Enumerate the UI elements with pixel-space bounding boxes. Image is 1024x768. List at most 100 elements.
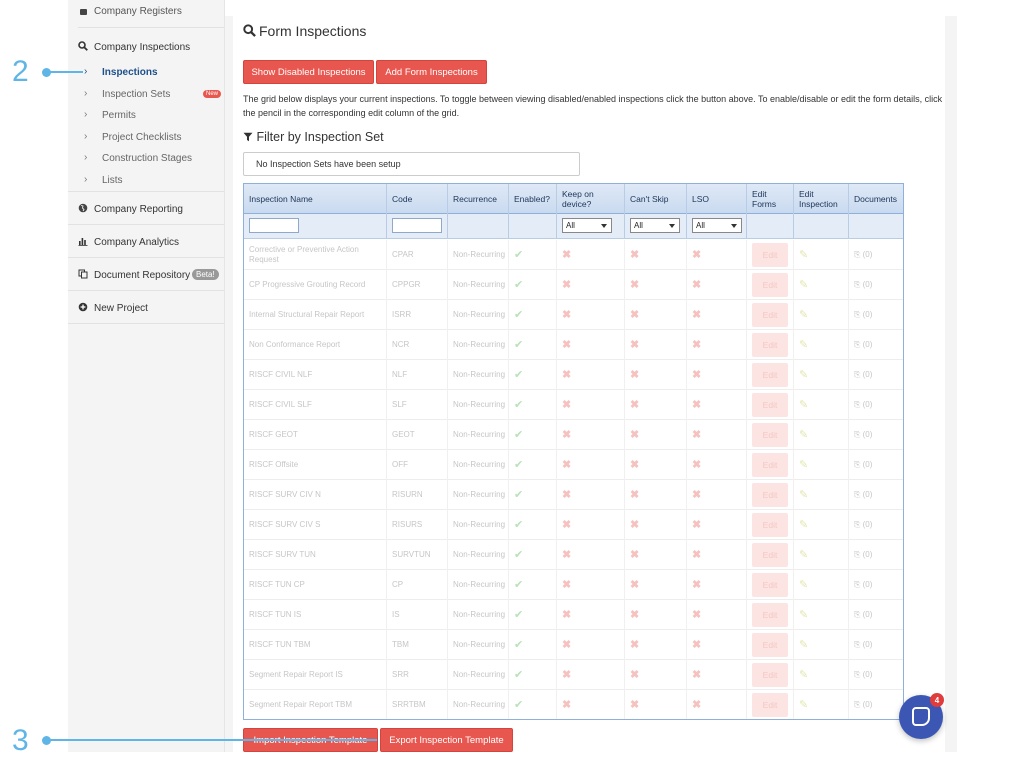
pencil-icon[interactable]: ✎ [799,670,808,681]
pencil-icon[interactable]: ✎ [799,340,808,351]
cell-cant-skip: ✖ [625,270,687,300]
add-form-inspections-button[interactable]: Add Form Inspections [376,60,487,84]
edit-forms-button[interactable]: Edit [752,483,788,507]
column-header-recurrence[interactable]: Recurrence [448,184,509,214]
documents-link[interactable]: ⎘ (0) [854,370,872,380]
cell-documents: ⎘ (0) [849,450,903,480]
edit-forms-button[interactable]: Edit [752,273,788,297]
inspection-code: CP [392,580,404,589]
keep-on-device-filter-select[interactable]: All [562,218,612,233]
pencil-icon[interactable]: ✎ [799,550,808,561]
filter-cell-documents [849,214,903,239]
cell-inspection-name: Internal Structural Repair Report [244,300,387,330]
sidebar-subitem-construction-stages[interactable]: › Construction Stages [68,148,224,169]
sidebar-subitem-inspection-sets[interactable]: › Inspection Sets New [68,84,224,105]
pencil-icon[interactable]: ✎ [799,490,808,501]
code-filter-input[interactable] [392,218,442,233]
edit-forms-button[interactable]: Edit [752,363,788,387]
column-header-cant-skip[interactable]: Can't Skip [625,184,687,214]
documents-link[interactable]: ⎘ (0) [854,490,872,500]
check-icon: ✔ [514,249,524,261]
pencil-icon[interactable]: ✎ [799,610,808,621]
main-content: Form Inspections Show Disabled Inspectio… [233,16,945,752]
pencil-icon[interactable]: ✎ [799,250,808,261]
cant-skip-filter-select[interactable]: All [630,218,680,233]
column-header-inspection-name[interactable]: Inspection Name [244,184,387,214]
cell-keep-on-device: ✖ [557,330,625,360]
documents-link[interactable]: ⎘ (0) [854,610,872,620]
column-header-code[interactable]: Code [387,184,448,214]
pencil-icon[interactable]: ✎ [799,430,808,441]
documents-link[interactable]: ⎘ (0) [854,640,872,650]
pencil-icon[interactable]: ✎ [799,370,808,381]
pencil-icon[interactable]: ✎ [799,400,808,411]
cross-icon: ✖ [630,369,640,381]
pencil-icon[interactable]: ✎ [799,310,808,321]
documents-link[interactable]: ⎘ (0) [854,340,872,350]
edit-forms-button[interactable]: Edit [752,423,788,447]
pencil-icon[interactable]: ✎ [799,460,808,471]
pencil-icon[interactable]: ✎ [799,580,808,591]
chevron-right-icon: › [84,88,88,99]
export-inspection-template-button[interactable]: Export Inspection Template [380,728,513,752]
table-row: RISCF TUN CP CP Non-Recurring ✔ ✖ ✖ ✖ Edit ✎ ⎘ (0… [244,570,903,600]
column-header-lso[interactable]: LSO [687,184,747,214]
documents-link[interactable]: ⎘ (0) [854,580,872,590]
documents-link[interactable]: ⎘ (0) [854,670,872,680]
cell-enabled: ✔ [509,630,557,660]
cell-recurrence: Non-Recurring [448,660,509,690]
documents-link[interactable]: ⎘ (0) [854,700,872,710]
inspection-code: SRR [392,670,409,679]
pencil-icon[interactable]: ✎ [799,520,808,531]
sidebar-subitem-inspections[interactable]: › Inspections [68,62,224,83]
documents-count: (0) [862,580,873,589]
column-header-edit-inspection[interactable]: Edit Inspection [794,184,849,214]
sidebar-item-company-registers[interactable]: Company Registers [78,0,224,28]
edit-forms-button[interactable]: Edit [752,663,788,687]
edit-forms-button[interactable]: Edit [752,333,788,357]
sidebar-item-company-inspections[interactable]: Company Inspections [68,30,224,63]
documents-link[interactable]: ⎘ (0) [854,520,872,530]
edit-forms-button[interactable]: Edit [752,393,788,417]
documents-link[interactable]: ⎘ (0) [854,400,872,410]
lso-filter-select[interactable]: All [692,218,742,233]
cell-documents: ⎘ (0) [849,510,903,540]
sidebar-subitem-permits[interactable]: › Permits [68,105,224,126]
column-header-enabled[interactable]: Enabled? [509,184,557,214]
edit-forms-button[interactable]: Edit [752,573,788,597]
edit-forms-button[interactable]: Edit [752,633,788,657]
inspection-recurrence: Non-Recurring [453,250,506,259]
show-disabled-inspections-button[interactable]: Show Disabled Inspections [243,60,374,84]
documents-link[interactable]: ⎘ (0) [854,460,872,470]
pencil-icon[interactable]: ✎ [799,700,808,711]
documents-link[interactable]: ⎘ (0) [854,250,872,260]
documents-link[interactable]: ⎘ (0) [854,310,872,320]
edit-forms-button[interactable]: Edit [752,303,788,327]
cross-icon: ✖ [562,309,572,321]
pencil-icon[interactable]: ✎ [799,280,808,291]
sidebar-item-document-repository[interactable]: Document Repository Beta! [68,258,224,291]
sidebar-item-new-project[interactable]: New Project [68,291,224,324]
pencil-icon[interactable]: ✎ [799,640,808,651]
column-header-edit-forms[interactable]: Edit Forms [747,184,794,214]
name-filter-input[interactable] [249,218,299,233]
edit-forms-button[interactable]: Edit [752,693,788,717]
sidebar-item-company-analytics[interactable]: Company Analytics [68,225,224,258]
cell-recurrence: Non-Recurring [448,330,509,360]
sidebar-subitem-lists[interactable]: › Lists [68,170,224,191]
documents-link[interactable]: ⎘ (0) [854,430,872,440]
documents-link[interactable]: ⎘ (0) [854,280,872,290]
column-header-documents[interactable]: Documents [849,184,903,214]
edit-forms-button[interactable]: Edit [752,513,788,537]
edit-forms-button[interactable]: Edit [752,543,788,567]
edit-forms-button[interactable]: Edit [752,603,788,627]
inspection-set-filter[interactable]: No Inspection Sets have been setup [243,152,580,176]
sidebar-subitem-project-checklists[interactable]: › Project Checklists [68,127,224,148]
check-icon: ✔ [514,639,524,651]
edit-forms-button[interactable]: Edit [752,243,788,267]
edit-forms-button[interactable]: Edit [752,453,788,477]
column-header-keep-on-device[interactable]: Keep on device? [557,184,625,214]
cell-enabled: ✔ [509,540,557,570]
documents-link[interactable]: ⎘ (0) [854,550,872,560]
sidebar-item-company-reporting[interactable]: Company Reporting [68,192,224,225]
